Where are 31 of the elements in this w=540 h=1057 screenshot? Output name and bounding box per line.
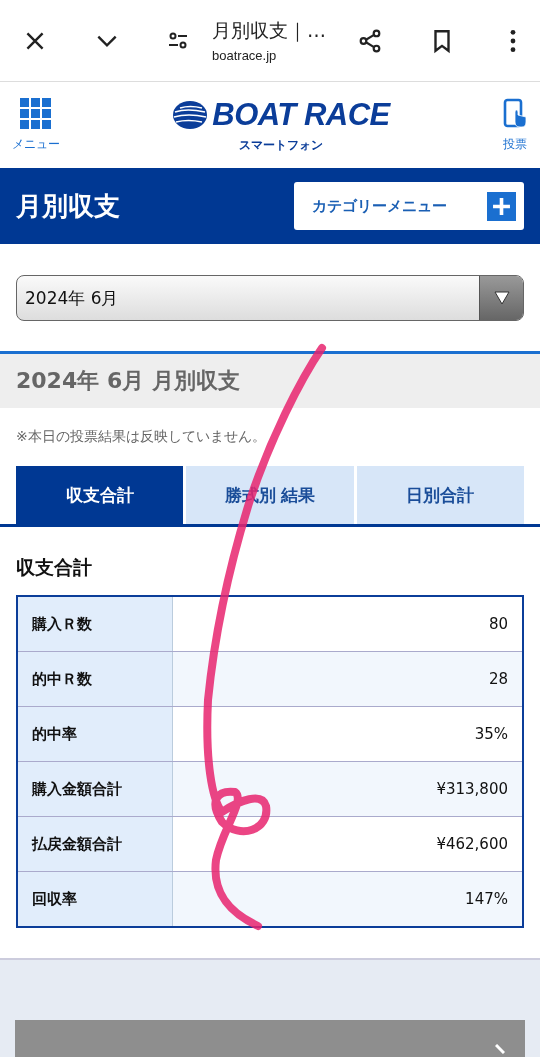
url-text: boatrace.jp xyxy=(212,48,278,63)
logo-icon xyxy=(172,99,209,130)
row-label: 払戻金額合計 xyxy=(18,817,173,871)
note-text: ※本日の投票結果は反映していません。 xyxy=(15,427,267,446)
phone-tap-icon xyxy=(502,97,528,130)
logo-text: BOAT RACE xyxy=(212,96,390,133)
tab[interactable]: 日別合計 xyxy=(356,466,524,524)
row-label: 的中率 xyxy=(18,707,173,761)
row-value: 28 xyxy=(173,652,522,706)
logo-subtitle: スマートフォン xyxy=(239,136,323,154)
dropdown-arrow-icon xyxy=(493,291,510,305)
row-value: 147% xyxy=(173,872,522,926)
row-label: 購入金額合計 xyxy=(18,762,173,816)
plus-icon xyxy=(487,191,516,221)
row-label: 購入Ｒ数 xyxy=(18,597,173,651)
menu-button[interactable]: メニュー xyxy=(12,97,60,153)
page-tab-title: 月別収支｜… xyxy=(212,18,327,44)
category-menu-button[interactable]: カテゴリーメニュー xyxy=(294,182,524,230)
summary-title: 収支合計 xyxy=(15,555,93,580)
section-title: 2024年 6月 月別収支 xyxy=(16,367,240,395)
row-label: 的中Ｒ数 xyxy=(18,652,173,706)
more-icon[interactable] xyxy=(509,27,517,54)
chevron-icon xyxy=(495,1044,505,1054)
row-label: 回収率 xyxy=(18,872,173,926)
row-value: ¥313,800 xyxy=(173,762,522,816)
tab[interactable]: 収支合計 xyxy=(16,466,184,524)
vote-button[interactable]: 投票 xyxy=(502,97,528,153)
page-title: 月別収支 xyxy=(16,189,120,223)
grid-icon xyxy=(20,97,52,130)
month-dropdown[interactable]: 2024年 6月 xyxy=(16,275,524,321)
share-icon[interactable] xyxy=(357,27,383,54)
